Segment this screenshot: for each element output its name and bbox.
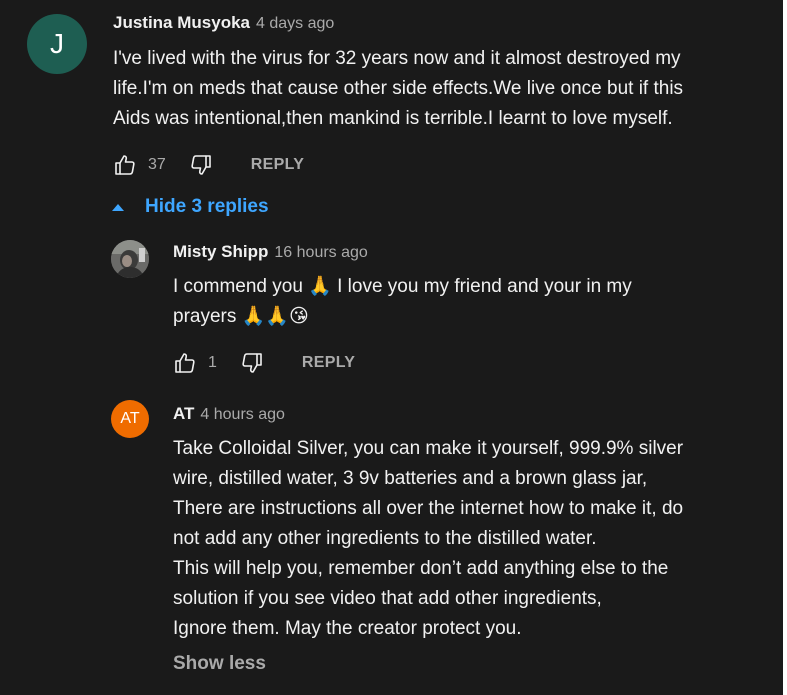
- author-name[interactable]: Justina Musyoka: [113, 13, 250, 32]
- hide-replies-button[interactable]: Hide 3 replies: [110, 196, 269, 218]
- avatar-letter: AT: [120, 410, 140, 427]
- comment-text-line: I've lived with the virus for 32 years n…: [113, 48, 681, 69]
- reply-text-line: I commend you 🙏 I love you my friend and…: [173, 276, 632, 297]
- reply-text-line: solution if you see video that add other…: [173, 588, 602, 609]
- reply-text: Take Colloidal Silver, you can make it y…: [173, 434, 683, 644]
- comment-thread: J Justina Musyoka 4 days ago I've lived w…: [0, 0, 787, 695]
- reply-text-line: Ignore them. May the creator protect you…: [173, 618, 522, 639]
- reply-text-line: Take Colloidal Silver, you can make it y…: [173, 438, 684, 459]
- avatar-letter: J: [50, 28, 64, 59]
- avatar[interactable]: AT: [111, 400, 149, 438]
- reply-button[interactable]: REPLY: [251, 156, 304, 174]
- avatar[interactable]: J: [27, 14, 87, 74]
- like-count: 37: [148, 156, 166, 173]
- thumbs-down-icon[interactable]: [240, 351, 264, 375]
- thumbs-up-icon[interactable]: [113, 153, 137, 177]
- reply-text: I commend you 🙏 I love you my friend and…: [173, 272, 632, 332]
- comment-header: Justina Musyoka 4 days ago: [113, 13, 334, 33]
- reply-time[interactable]: 4 hours ago: [200, 406, 285, 423]
- author-name[interactable]: Misty Shipp: [173, 242, 268, 261]
- comment-actions: 37 REPLY: [113, 152, 304, 178]
- reply-text-line: wire, distilled water, 3 9v batteries an…: [173, 468, 648, 489]
- hide-replies-label: Hide 3 replies: [145, 196, 269, 217]
- reply-text-line: This will help you, remember don’t add a…: [173, 558, 669, 579]
- comment-text-line: life.I'm on meds that cause other side e…: [113, 78, 684, 99]
- reply-text-line: not add any other ingredients to the dis…: [173, 528, 597, 549]
- like-count: 1: [208, 354, 217, 371]
- caret-up-icon: [110, 199, 126, 215]
- reply-header: Misty Shipp 16 hours ago: [173, 242, 368, 262]
- thumbs-up-icon[interactable]: [173, 351, 197, 375]
- comment-text-line: Aids was intentional,then mankind is ter…: [113, 108, 673, 129]
- avatar[interactable]: [111, 240, 149, 278]
- reply-time[interactable]: 16 hours ago: [274, 244, 367, 261]
- thumbs-down-icon[interactable]: [189, 153, 213, 177]
- reply-text-line: There are instructions all over the inte…: [173, 498, 684, 519]
- profile-photo-icon: [111, 240, 149, 278]
- reply-header: AT 4 hours ago: [173, 404, 285, 424]
- reply-button[interactable]: REPLY: [302, 354, 355, 372]
- show-less-button[interactable]: Show less: [173, 653, 266, 675]
- reply-actions: 1 REPLY: [173, 350, 355, 376]
- comment-time[interactable]: 4 days ago: [256, 15, 334, 32]
- comment-text: I've lived with the virus for 32 years n…: [113, 44, 683, 134]
- author-name[interactable]: AT: [173, 404, 194, 423]
- page-edge: [783, 0, 787, 695]
- reply-text-line: prayers 🙏🙏😘: [173, 306, 309, 327]
